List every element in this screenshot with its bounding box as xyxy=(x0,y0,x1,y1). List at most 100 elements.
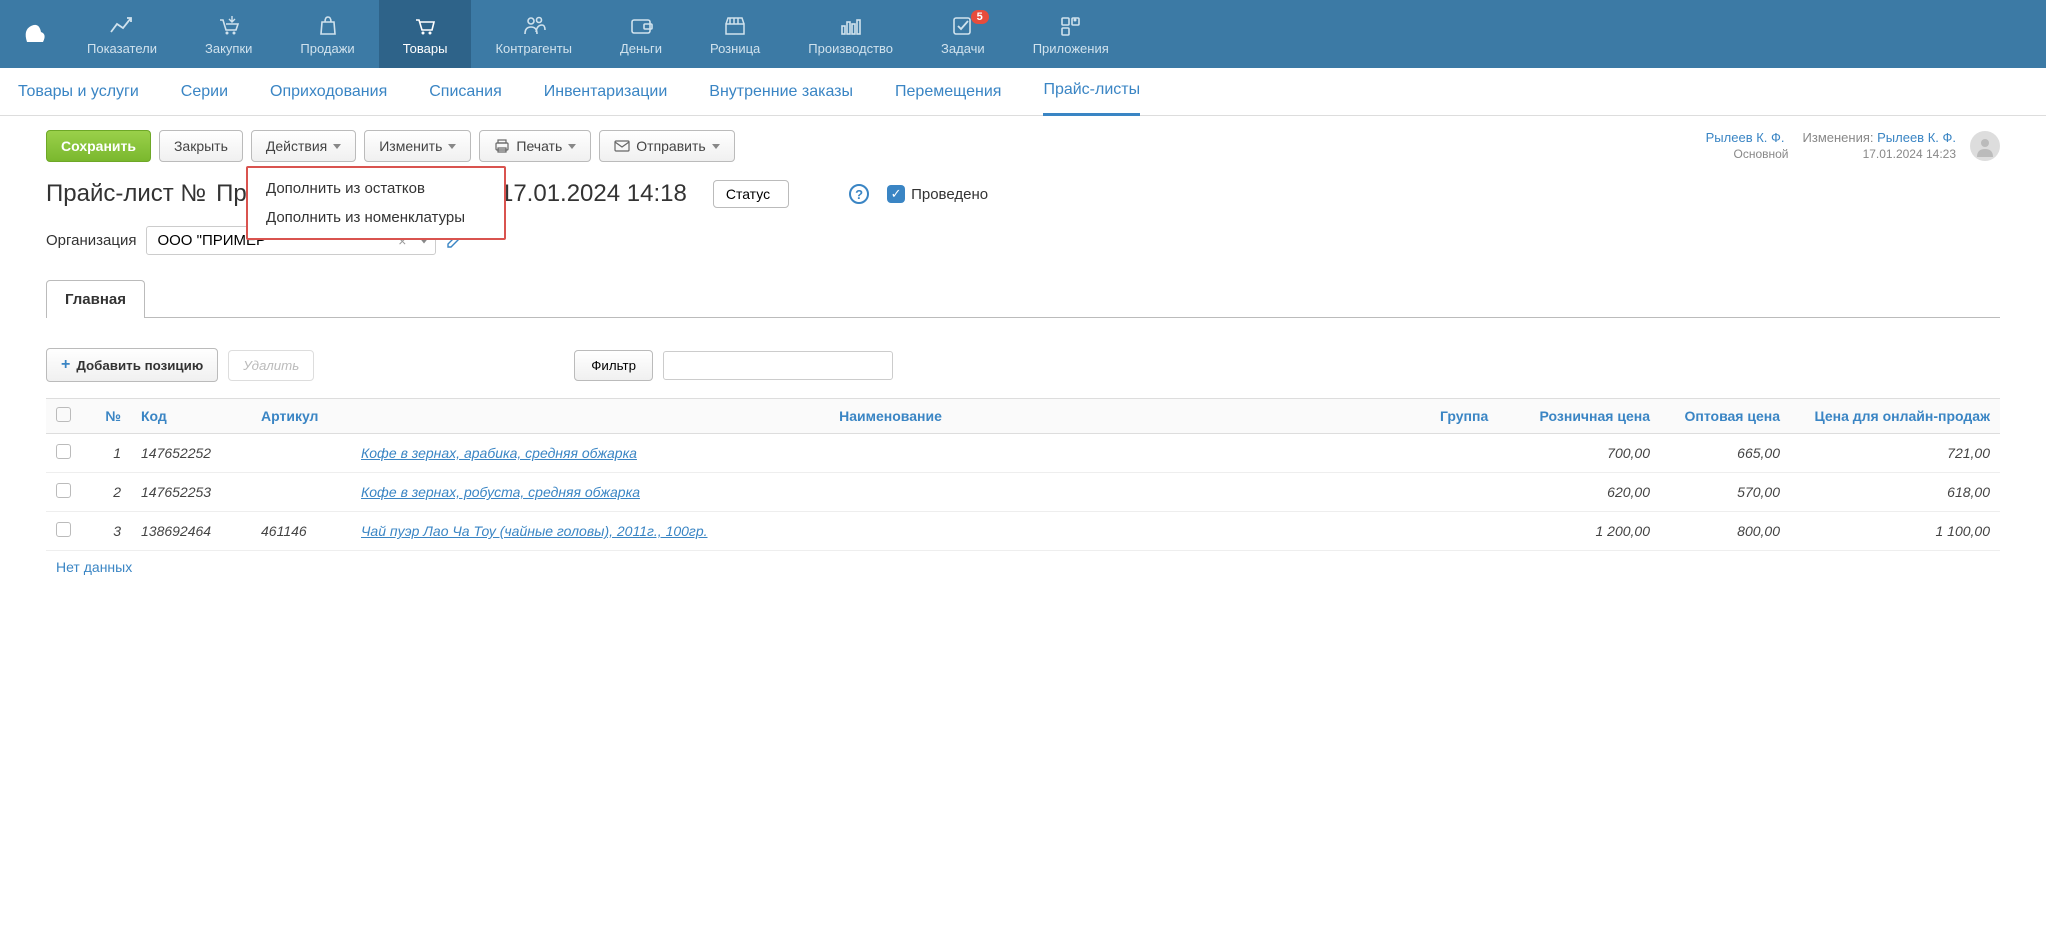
nav-tasks[interactable]: 5 Задачи xyxy=(917,0,1009,68)
tabs: Главная xyxy=(46,279,2000,318)
edit-button[interactable]: Изменить xyxy=(364,130,471,162)
row-code: 147652253 xyxy=(131,473,251,512)
select-all-checkbox[interactable] xyxy=(56,407,71,422)
col-online[interactable]: Цена для онлайн-продаж xyxy=(1790,399,2000,434)
row-article xyxy=(251,434,351,473)
help-icon[interactable]: ? xyxy=(849,184,869,204)
col-article[interactable]: Артикул xyxy=(251,399,351,434)
row-code: 138692464 xyxy=(131,512,251,551)
col-group[interactable]: Группа xyxy=(1430,399,1520,434)
row-checkbox[interactable] xyxy=(56,483,71,498)
nav-sales[interactable]: Продажи xyxy=(276,0,378,68)
subnav-series[interactable]: Серии xyxy=(181,68,228,116)
send-button[interactable]: Отправить xyxy=(599,130,734,162)
add-position-button[interactable]: +Добавить позицию xyxy=(46,348,218,382)
table-row[interactable]: 2 147652253 Кофе в зернах, робуста, сред… xyxy=(46,473,2000,512)
row-online: 1 100,00 xyxy=(1790,512,2000,551)
owner-sub: Основной xyxy=(1734,147,1789,161)
org-label: Организация xyxy=(46,232,136,249)
row-checkbox[interactable] xyxy=(56,522,71,537)
row-wholesale: 800,00 xyxy=(1660,512,1790,551)
row-retail: 1 200,00 xyxy=(1520,512,1660,551)
owner-block[interactable]: Рылеев К. Ф. Основной xyxy=(1706,130,1789,161)
changes-date: 17.01.2024 14:23 xyxy=(1863,147,1956,161)
row-retail: 700,00 xyxy=(1520,434,1660,473)
positions-table: № Код Артикул Наименование Группа Рознич… xyxy=(46,398,2000,551)
table-row[interactable]: 1 147652252 Кофе в зернах, арабика, сред… xyxy=(46,434,2000,473)
col-name[interactable]: Наименование xyxy=(351,399,1430,434)
row-name-link[interactable]: Кофе в зернах, арабика, средняя обжарка xyxy=(361,445,637,461)
avatar[interactable] xyxy=(1970,131,2000,161)
row-article: 461146 xyxy=(251,512,351,551)
toolbar-meta: Рылеев К. Ф. Основной Изменения: Рылеев … xyxy=(1706,130,2000,161)
top-nav: Показатели Закупки Продажи Товары Контра… xyxy=(0,0,2046,68)
subnav-internal-orders[interactable]: Внутренние заказы xyxy=(709,68,853,116)
logo[interactable] xyxy=(15,15,53,53)
row-retail: 620,00 xyxy=(1520,473,1660,512)
nav-purchases[interactable]: Закупки xyxy=(181,0,276,68)
posted-label: Проведено xyxy=(911,186,988,203)
caret-down-icon xyxy=(712,144,720,149)
table-row[interactable]: 3 138692464 461146 Чай пуэр Лао Ча Тоу (… xyxy=(46,512,2000,551)
row-article xyxy=(251,473,351,512)
menu-fill-from-stock[interactable]: Дополнить из остатков xyxy=(248,174,504,203)
tab-main[interactable]: Главная xyxy=(46,280,145,318)
positions-search-input[interactable] xyxy=(663,351,893,380)
row-name: Кофе в зернах, арабика, средняя обжарка xyxy=(351,434,1430,473)
col-code[interactable]: Код xyxy=(131,399,251,434)
edit-dropdown-menu: Дополнить из остатков Дополнить из номен… xyxy=(246,166,506,240)
row-code: 147652252 xyxy=(131,434,251,473)
nav-apps[interactable]: Приложения xyxy=(1009,0,1133,68)
save-button[interactable]: Сохранить xyxy=(46,130,151,162)
col-wholesale[interactable]: Оптовая цена xyxy=(1660,399,1790,434)
caret-down-icon xyxy=(448,144,456,149)
subnav-goods-services[interactable]: Товары и услуги xyxy=(18,68,139,116)
nav-indicators[interactable]: Показатели xyxy=(63,0,181,68)
close-button[interactable]: Закрыть xyxy=(159,130,243,162)
tasks-badge: 5 xyxy=(971,10,989,24)
status-button[interactable]: Статус xyxy=(713,180,789,208)
row-num: 1 xyxy=(81,434,131,473)
print-button[interactable]: Печать xyxy=(479,130,591,162)
sub-nav: Товары и услуги Серии Оприходования Спис… xyxy=(0,68,2046,116)
changes-block: Изменения: Рылеев К. Ф. 17.01.2024 14:23 xyxy=(1803,130,1956,161)
col-num[interactable]: № xyxy=(81,399,131,434)
positions-toolbar: +Добавить позицию Удалить Фильтр xyxy=(46,348,2000,382)
owner-name: Рылеев К. Ф. xyxy=(1706,130,1785,145)
nav-contractors[interactable]: Контрагенты xyxy=(471,0,596,68)
chart-icon xyxy=(109,13,135,37)
posted-checkbox[interactable]: ✓ xyxy=(887,185,905,203)
subnav-transfers[interactable]: Перемещения xyxy=(895,68,1001,116)
apps-icon xyxy=(1058,13,1084,37)
row-name-link[interactable]: Кофе в зернах, робуста, средняя обжарка xyxy=(361,484,640,500)
row-checkbox[interactable] xyxy=(56,444,71,459)
row-wholesale: 665,00 xyxy=(1660,434,1790,473)
nav-production[interactable]: Производство xyxy=(784,0,917,68)
store-icon xyxy=(722,13,748,37)
people-icon xyxy=(521,13,547,37)
changes-label: Изменения: xyxy=(1803,130,1874,145)
caret-down-icon xyxy=(333,144,341,149)
printer-icon xyxy=(494,139,510,153)
nav-money[interactable]: Деньги xyxy=(596,0,686,68)
filter-button[interactable]: Фильтр xyxy=(574,350,653,381)
actions-button[interactable]: Действия xyxy=(251,130,356,162)
envelope-icon xyxy=(614,140,630,152)
subnav-pricelists[interactable]: Прайс-листы xyxy=(1043,68,1140,116)
subnav-inventory[interactable]: Инвентаризации xyxy=(544,68,668,116)
toolbar: Сохранить Закрыть Действия Изменить Печа… xyxy=(46,130,2000,162)
subnav-writeoffs[interactable]: Списания xyxy=(429,68,502,116)
col-retail[interactable]: Розничная цена xyxy=(1520,399,1660,434)
row-wholesale: 570,00 xyxy=(1660,473,1790,512)
nav-retail[interactable]: Розница xyxy=(686,0,784,68)
page-title-prefix: Прайс-лист № xyxy=(46,180,206,208)
menu-fill-from-catalog[interactable]: Дополнить из номенклатуры xyxy=(248,203,504,232)
row-name-link[interactable]: Чай пуэр Лао Ча Тоу (чайные головы), 201… xyxy=(361,523,708,539)
changes-user: Рылеев К. Ф. xyxy=(1877,130,1956,145)
nav-goods[interactable]: Товары xyxy=(379,0,472,68)
subnav-receipts[interactable]: Оприходования xyxy=(270,68,387,116)
posted-checkbox-row[interactable]: ✓ Проведено xyxy=(887,185,988,203)
cart-in-icon xyxy=(216,13,242,37)
row-online: 721,00 xyxy=(1790,434,2000,473)
row-group xyxy=(1430,434,1520,473)
